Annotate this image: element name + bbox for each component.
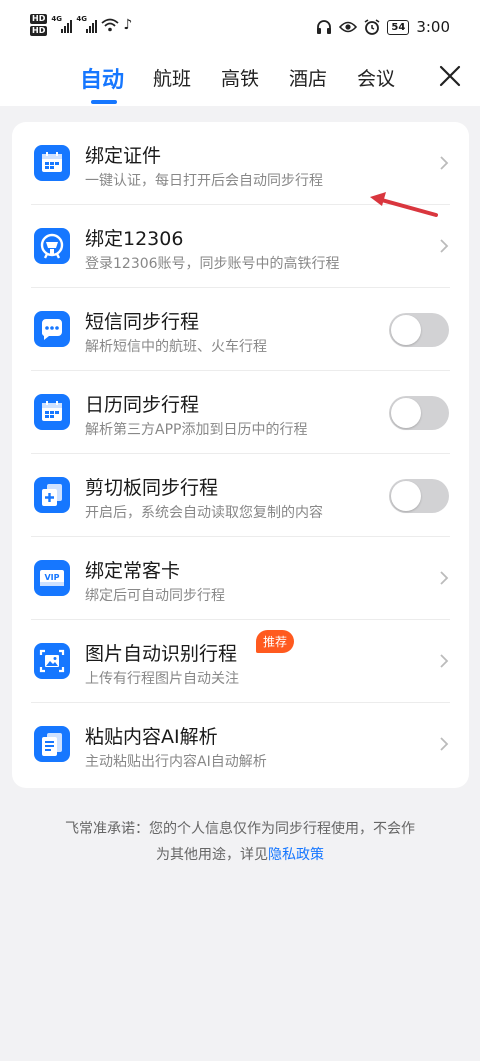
item-title: 绑定12306 [85, 228, 184, 250]
status-right: 54 3:00 [316, 18, 450, 36]
active-tab-indicator [91, 100, 117, 104]
eye-icon [339, 21, 358, 33]
item-subtitle: 登录12306账号，同步账号中的高铁行程 [85, 256, 340, 272]
hd-badge: HD [30, 26, 48, 36]
top-tab-bar: 自动 航班 高铁 酒店 会议 [0, 56, 480, 106]
item-title: 绑定常客卡 [85, 560, 181, 582]
vip-card-icon: VIP [34, 560, 70, 596]
list-item-clipboard-sync: 剪切板同步行程 开启后，系统会自动读取您复制的内容 [12, 454, 469, 537]
item-title: 日历同步行程 [85, 394, 200, 416]
clock: 3:00 [416, 18, 450, 36]
sms-sync-toggle[interactable] [389, 313, 449, 347]
item-subtitle: 解析第三方APP添加到日历中的行程 [85, 422, 308, 438]
tab-rail[interactable]: 高铁 [221, 64, 259, 91]
tab-auto[interactable]: 自动 [80, 62, 124, 94]
wifi-icon [101, 18, 119, 32]
privacy-footer: 飞常准承诺：您的个人信息仅作为同步行程使用，不会作 为其他用途，详见隐私政策 [20, 816, 460, 868]
railway-icon [34, 228, 70, 264]
list-item-frequent-flyer[interactable]: VIP 绑定常客卡 绑定后可自动同步行程 [12, 537, 469, 620]
item-title: 粘贴内容AI解析 [85, 726, 218, 748]
alarm-icon [364, 19, 380, 35]
hd-badge: HD [30, 14, 48, 24]
item-subtitle: 解析短信中的航班、火车行程 [85, 339, 267, 355]
status-left: HD HD 4G 4G ♪ [30, 14, 132, 36]
privacy-policy-link[interactable]: 隐私政策 [268, 847, 324, 863]
toggle-knob [391, 398, 421, 428]
chevron-right-icon [440, 239, 449, 253]
tab-hotel[interactable]: 酒店 [289, 64, 327, 91]
item-title: 图片自动识别行程 [85, 643, 238, 665]
item-title: 绑定证件 [85, 145, 162, 167]
item-subtitle: 开启后，系统会自动读取您复制的内容 [85, 505, 323, 521]
chevron-right-icon [440, 571, 449, 585]
status-bar: HD HD 4G 4G ♪ 54 3:00 [0, 0, 480, 56]
item-title: 短信同步行程 [85, 311, 200, 333]
headphones-icon [317, 20, 332, 34]
item-subtitle: 绑定后可自动同步行程 [85, 588, 225, 604]
chevron-right-icon [440, 737, 449, 751]
footer-line-1: 飞常准承诺：您的个人信息仅作为同步行程使用，不会作 [65, 821, 415, 837]
sync-settings-card: 绑定证件 一键认证，每日打开后会自动同步行程 绑定12306 登录12306账号… [12, 122, 469, 788]
tab-meeting[interactable]: 会议 [357, 64, 395, 91]
footer-line-2: 为其他用途，详见隐私政策 [20, 842, 460, 868]
close-icon[interactable] [438, 64, 462, 88]
recommended-badge: 推荐 [256, 630, 295, 653]
battery-indicator: 54 [387, 19, 410, 35]
network-type: 4G [76, 15, 87, 23]
list-item-image-recognition[interactable]: 图片自动识别行程 推荐 上传有行程图片自动关注 [12, 620, 469, 703]
calendar-sync-toggle[interactable] [389, 396, 449, 430]
music-icon: ♪ [123, 17, 133, 33]
clipboard-icon [34, 477, 70, 513]
item-subtitle: 上传有行程图片自动关注 [85, 671, 239, 687]
item-subtitle: 一键认证，每日打开后会自动同步行程 [85, 173, 323, 189]
svg-text:VIP: VIP [44, 573, 59, 582]
network-type: 4G [51, 15, 62, 23]
footer-line-2-text: 为其他用途，详见 [156, 847, 268, 863]
message-icon [34, 311, 70, 347]
signal-icon: 4G [51, 15, 73, 33]
toggle-knob [391, 481, 421, 511]
list-item-ai-paste[interactable]: 粘贴内容AI解析 主动粘贴出行内容AI自动解析 [12, 703, 469, 786]
list-item-calendar-sync: 日历同步行程 解析第三方APP添加到日历中的行程 [12, 371, 469, 454]
image-scan-icon [34, 643, 70, 679]
item-subtitle: 主动粘贴出行内容AI自动解析 [85, 754, 267, 770]
id-card-icon [34, 145, 70, 181]
calendar-icon [34, 394, 70, 430]
list-item-sms-sync: 短信同步行程 解析短信中的航班、火车行程 [12, 288, 469, 371]
chevron-right-icon [440, 156, 449, 170]
item-title: 剪切板同步行程 [85, 477, 219, 499]
chevron-right-icon [440, 654, 449, 668]
signal-icon: 4G [76, 15, 98, 33]
paste-icon [34, 726, 70, 762]
tab-flight[interactable]: 航班 [153, 64, 191, 91]
clipboard-sync-toggle[interactable] [389, 479, 449, 513]
annotation-arrow-icon [370, 192, 438, 217]
toggle-knob [391, 315, 421, 345]
